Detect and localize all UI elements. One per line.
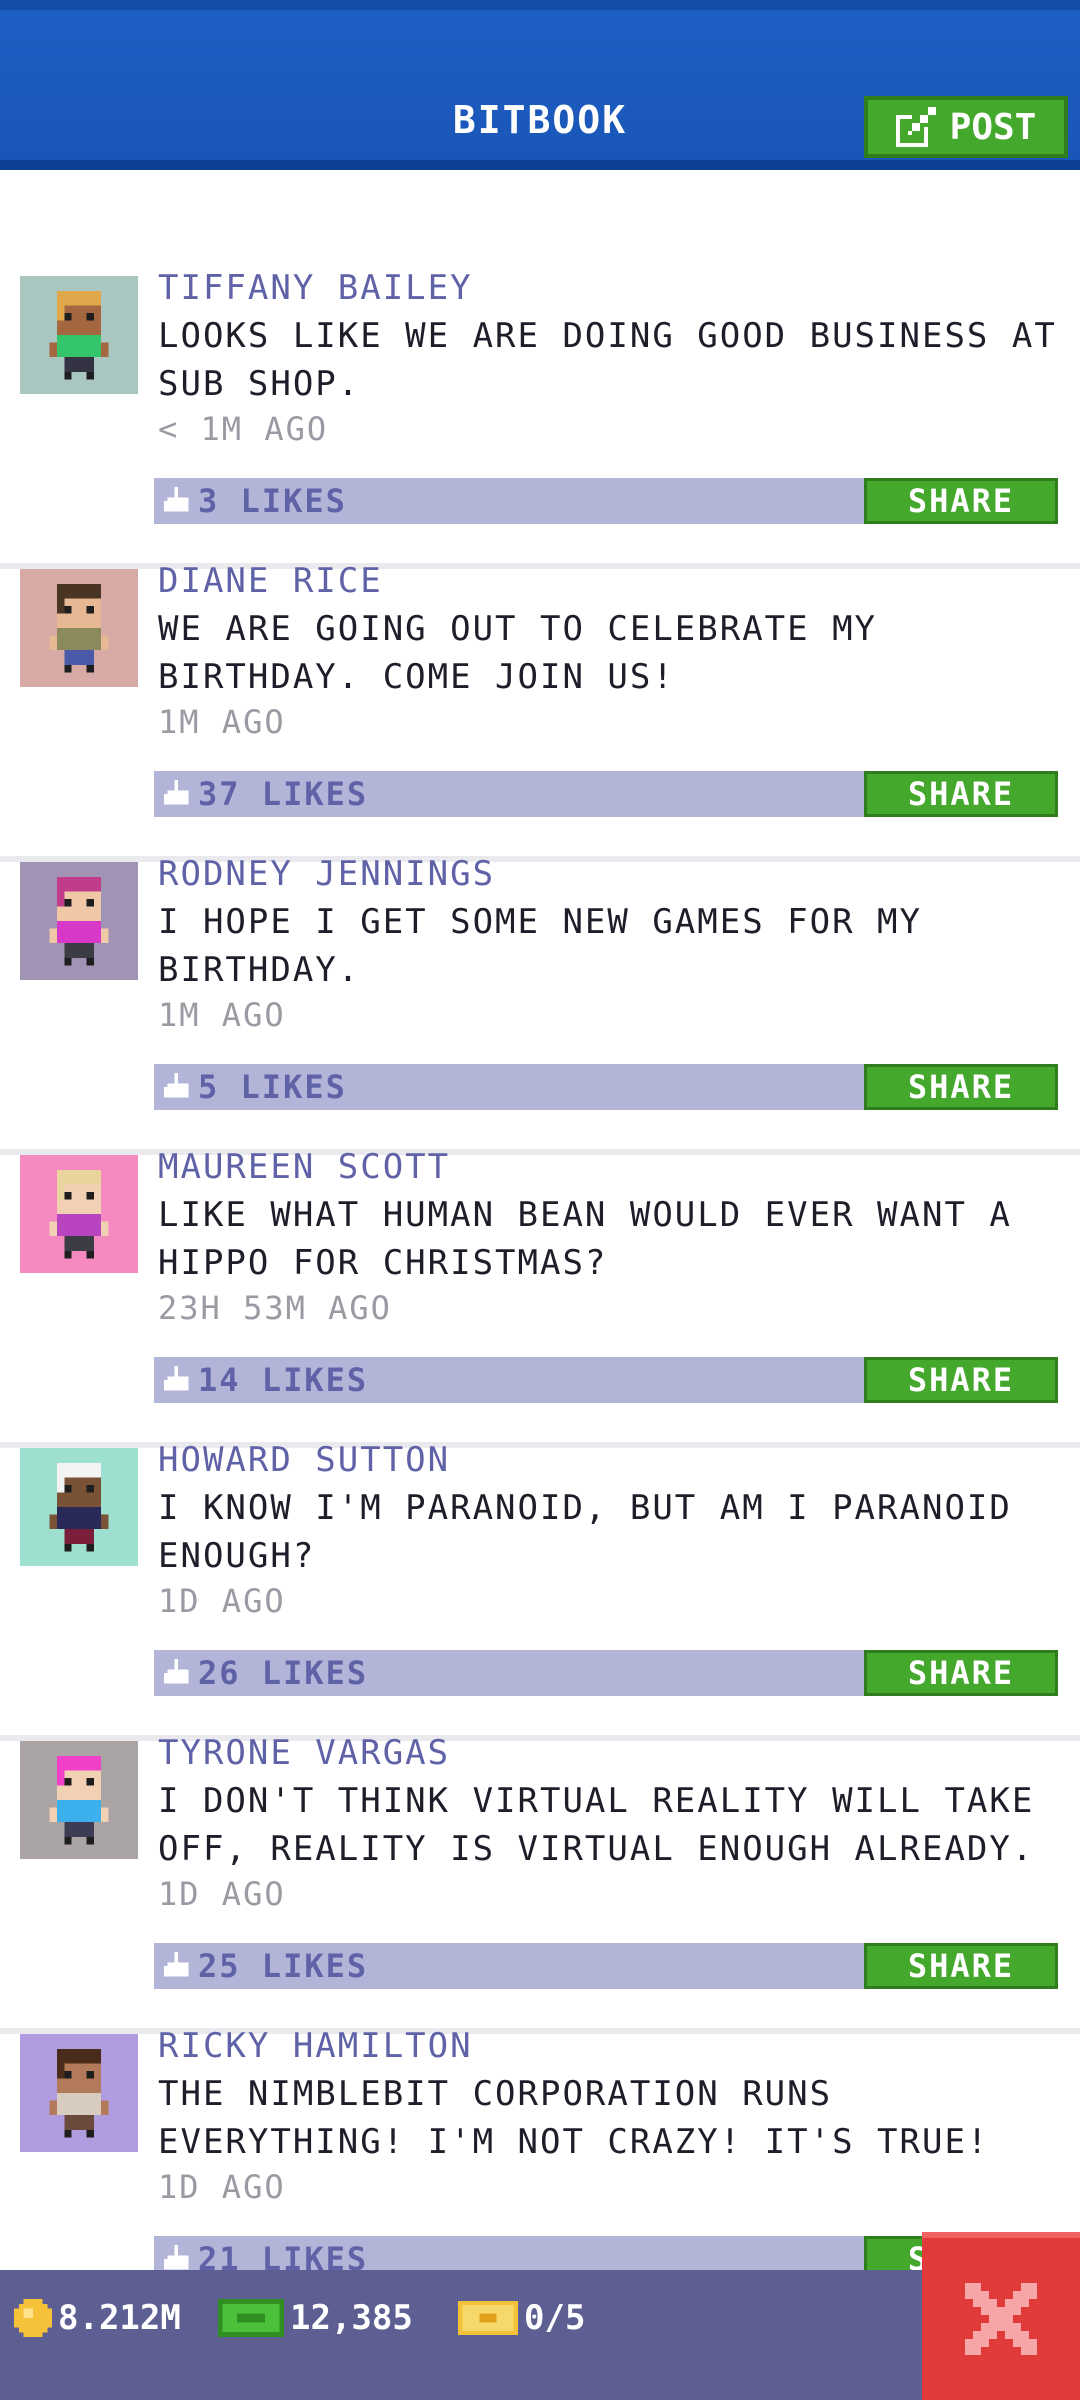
post-text: I KNOW I'M PARANOID, BUT AM I PARANOID E…	[158, 1488, 1012, 1576]
feed-post: HOWARD SUTTON I KNOW I'M PARANOID, BUT A…	[0, 1440, 1080, 1741]
likes-bar[interactable]: 14 LIKES	[154, 1357, 866, 1403]
post-author: RODNEY JENNINGS	[158, 854, 496, 894]
feed-post: DIANE RICE WE ARE GOING OUT TO CELEBRATE…	[0, 561, 1080, 862]
likes-bar[interactable]: 5 LIKES	[154, 1064, 866, 1110]
thumbs-up-icon	[164, 1952, 189, 1977]
thumbs-up-icon	[164, 2245, 189, 2270]
avatar[interactable]	[20, 569, 138, 687]
post-author: MAUREEN SCOTT	[158, 1147, 451, 1187]
coins-stat: 8.212M	[14, 2298, 181, 2338]
bux-value: 12,385	[290, 2298, 413, 2338]
post-text: THE NIMBLEBIT CORPORATION RUNS EVERYTHIN…	[158, 2074, 990, 2162]
post-time: 1M AGO	[158, 996, 286, 1034]
post-button[interactable]: POST	[864, 96, 1068, 158]
post-author: RICKY HAMILTON	[158, 2026, 473, 2066]
post-author: TIFFANY BAILEY	[158, 268, 473, 308]
coin-icon	[14, 2299, 52, 2337]
post-time: 1D AGO	[158, 2168, 286, 2206]
post-author: DIANE RICE	[158, 561, 383, 601]
coins-value: 8.212M	[58, 2298, 181, 2338]
post-author: TYRONE VARGAS	[158, 1733, 451, 1773]
thumbs-up-icon	[164, 1366, 189, 1391]
likes-bar[interactable]: 3 LIKES	[154, 478, 866, 524]
thumbs-up-icon	[164, 1659, 189, 1684]
likes-count: 25 LIKES	[198, 1947, 369, 1985]
post-time: 1M AGO	[158, 703, 286, 741]
bux-icon	[218, 2299, 284, 2337]
feed-post: TIFFANY BAILEY LOOKS LIKE WE ARE DOING G…	[0, 268, 1080, 569]
post-time: < 1M AGO	[158, 410, 329, 448]
tickets-stat: 0/5	[458, 2298, 585, 2338]
post-time: 23H 53M AGO	[158, 1289, 392, 1327]
avatar[interactable]	[20, 2034, 138, 2152]
close-icon	[965, 2283, 1037, 2355]
feed-post: TYRONE VARGAS I DON'T THINK VIRTUAL REAL…	[0, 1733, 1080, 2034]
post-text: I DON'T THINK VIRTUAL REALITY WILL TAKE …	[158, 1781, 1035, 1869]
avatar[interactable]	[20, 276, 138, 394]
edit-icon	[895, 107, 936, 147]
share-button[interactable]: SHARE	[864, 1650, 1058, 1696]
avatar[interactable]	[20, 862, 138, 980]
feed[interactable]: TIFFANY BAILEY LOOKS LIKE WE ARE DOING G…	[0, 170, 1080, 2270]
post-author: HOWARD SUTTON	[158, 1440, 451, 1480]
likes-bar[interactable]: 26 LIKES	[154, 1650, 866, 1696]
likes-count: 26 LIKES	[198, 1654, 369, 1692]
share-button[interactable]: SHARE	[864, 478, 1058, 524]
likes-count: 3 LIKES	[198, 482, 347, 520]
thumbs-up-icon	[164, 487, 189, 512]
thumbs-up-icon	[164, 780, 189, 805]
tickets-value: 0/5	[524, 2298, 586, 2338]
share-button[interactable]: SHARE	[864, 771, 1058, 817]
ticket-icon	[458, 2300, 518, 2336]
bottom-status-bar: 8.212M 12,385 0/5	[0, 2270, 1080, 2400]
share-button[interactable]: SHARE	[864, 1943, 1058, 1989]
feed-post: RICKY HAMILTON THE NIMBLEBIT CORPORATION…	[0, 2026, 1080, 2270]
avatar[interactable]	[20, 1741, 138, 1859]
share-button[interactable]: SHARE	[864, 1064, 1058, 1110]
post-time: 1D AGO	[158, 1875, 286, 1913]
likes-count: 14 LIKES	[198, 1361, 369, 1399]
feed-post: MAUREEN SCOTT LIKE WHAT HUMAN BEAN WOULD…	[0, 1147, 1080, 1448]
close-button[interactable]	[922, 2232, 1080, 2400]
likes-bar[interactable]: 21 LIKES	[154, 2236, 866, 2270]
feed-post: RODNEY JENNINGS I HOPE I GET SOME NEW GA…	[0, 854, 1080, 1155]
likes-count: 37 LIKES	[198, 775, 369, 813]
top-bar: BITBOOK POST	[0, 0, 1080, 170]
bux-stat: 12,385	[218, 2298, 413, 2338]
post-text: WE ARE GOING OUT TO CELEBRATE MY BIRTHDA…	[158, 609, 878, 697]
thumbs-up-icon	[164, 1073, 189, 1098]
post-text: I HOPE I GET SOME NEW GAMES FOR MY BIRTH…	[158, 902, 922, 990]
post-label: POST	[949, 106, 1037, 148]
likes-bar[interactable]: 25 LIKES	[154, 1943, 866, 1989]
likes-count: 21 LIKES	[198, 2240, 369, 2270]
post-time: 1D AGO	[158, 1582, 286, 1620]
avatar[interactable]	[20, 1155, 138, 1273]
likes-bar[interactable]: 37 LIKES	[154, 771, 866, 817]
post-text: LIKE WHAT HUMAN BEAN WOULD EVER WANT A H…	[158, 1195, 1012, 1283]
avatar[interactable]	[20, 1448, 138, 1566]
post-text: LOOKS LIKE WE ARE DOING GOOD BUSINESS AT…	[158, 316, 1057, 404]
likes-count: 5 LIKES	[198, 1068, 347, 1106]
share-button[interactable]: SHARE	[864, 1357, 1058, 1403]
